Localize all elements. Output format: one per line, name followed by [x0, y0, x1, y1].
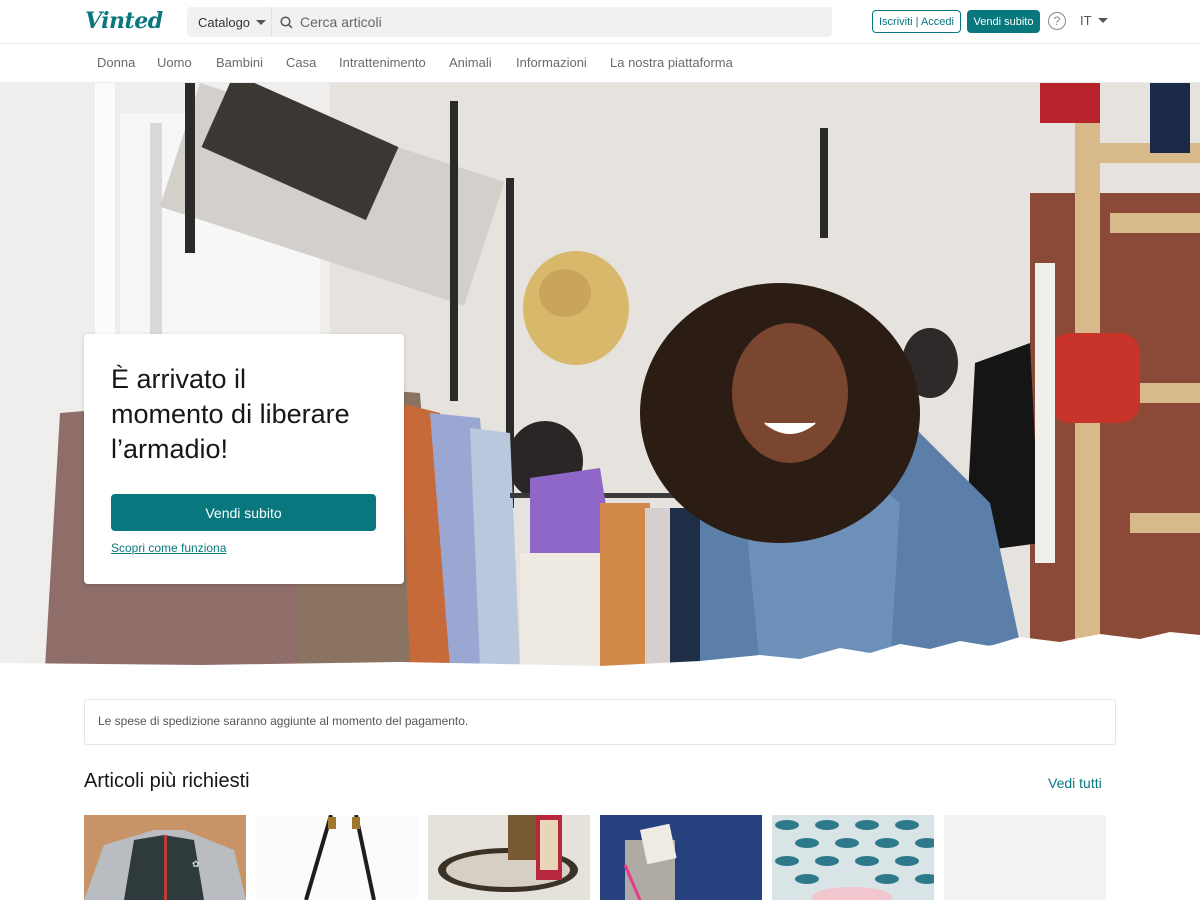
nav-item-intrattenimento[interactable]: Intrattenimento — [339, 55, 426, 70]
nav-item-uomo[interactable]: Uomo — [157, 55, 192, 70]
item-image-jacket: ✿ — [84, 815, 246, 900]
popular-items-title: Articoli più richiesti — [84, 770, 250, 792]
search-bar: Catalogo — [187, 7, 832, 37]
shipping-notice: Le spese di spedizione saranno aggiunte … — [84, 699, 1116, 745]
search-icon — [272, 7, 300, 37]
vinted-logo[interactable]: Vinted — [85, 8, 163, 34]
hero-title-line-1: È arrivato il — [111, 364, 247, 394]
item-image-bag — [256, 815, 418, 900]
hero-card: È arrivato il momento di liberare l’arma… — [84, 334, 404, 584]
popular-items-row: ✿ — [84, 815, 1116, 900]
item-image-decor — [428, 815, 590, 900]
nav-item-piattaforma[interactable]: La nostra piattaforma — [610, 55, 733, 70]
item-card[interactable] — [428, 815, 590, 900]
nav-item-bambini[interactable]: Bambini — [216, 55, 263, 70]
question-circle-icon[interactable]: ? — [1048, 12, 1066, 30]
svg-text:✿: ✿ — [192, 860, 200, 870]
item-image-socks — [600, 815, 762, 900]
catalog-dropdown[interactable]: Catalogo — [187, 7, 272, 37]
chevron-down-icon — [256, 19, 267, 25]
nav-item-informazioni[interactable]: Informazioni — [516, 55, 587, 70]
search-input[interactable] — [300, 14, 820, 30]
chevron-down-icon — [1097, 18, 1108, 23]
hero-title-line-2: momento di liberare — [111, 399, 350, 429]
item-card[interactable]: ✿ — [84, 815, 246, 900]
item-card[interactable] — [600, 815, 762, 900]
nav-item-casa[interactable]: Casa — [286, 55, 316, 70]
top-header: Vinted Catalogo Iscriviti | Accedi Vendi… — [0, 0, 1200, 44]
hero-banner: È arrivato il momento di liberare l’arma… — [0, 83, 1200, 668]
nav-item-animali[interactable]: Animali — [449, 55, 492, 70]
category-nav: Donna Uomo Bambini Casa Intrattenimento … — [0, 44, 1200, 83]
see-all-link[interactable]: Vedi tutti — [1048, 775, 1102, 791]
item-card[interactable] — [772, 815, 934, 900]
hero-title: È arrivato il momento di liberare l’arma… — [111, 362, 377, 467]
how-it-works-link[interactable]: Scopri come funziona — [111, 541, 226, 555]
nav-item-donna[interactable]: Donna — [97, 55, 135, 70]
signup-login-button[interactable]: Iscriviti | Accedi — [872, 10, 961, 33]
language-label: IT — [1080, 13, 1092, 28]
item-card-placeholder[interactable] — [944, 815, 1106, 900]
sell-now-button[interactable]: Vendi subito — [967, 10, 1040, 33]
catalog-dropdown-label: Catalogo — [198, 14, 251, 30]
language-selector[interactable]: IT — [1080, 13, 1108, 28]
item-image-fish-fabric — [772, 815, 934, 900]
hero-title-line-3: l’armadio! — [111, 434, 229, 464]
item-card[interactable] — [256, 815, 418, 900]
hero-sell-now-button[interactable]: Vendi subito — [111, 494, 376, 531]
